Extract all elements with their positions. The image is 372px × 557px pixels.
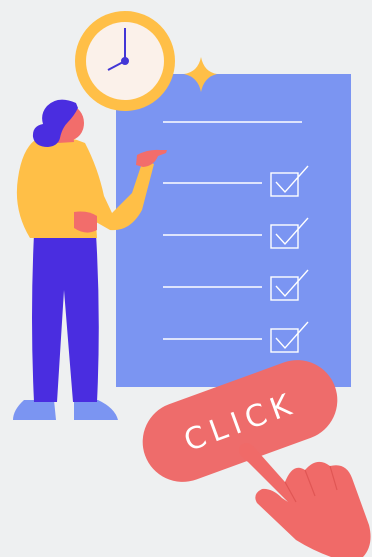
pants — [32, 234, 99, 402]
left-shoe — [13, 400, 56, 420]
illustration: CLICK — [0, 0, 372, 557]
hip-hand — [74, 211, 97, 233]
checklist-board — [116, 74, 351, 387]
pointing-hand-icon — [239, 443, 371, 557]
right-shoe — [74, 400, 118, 420]
clock-icon — [75, 11, 175, 111]
illustration-canvas: CLICK — [13, 11, 371, 557]
